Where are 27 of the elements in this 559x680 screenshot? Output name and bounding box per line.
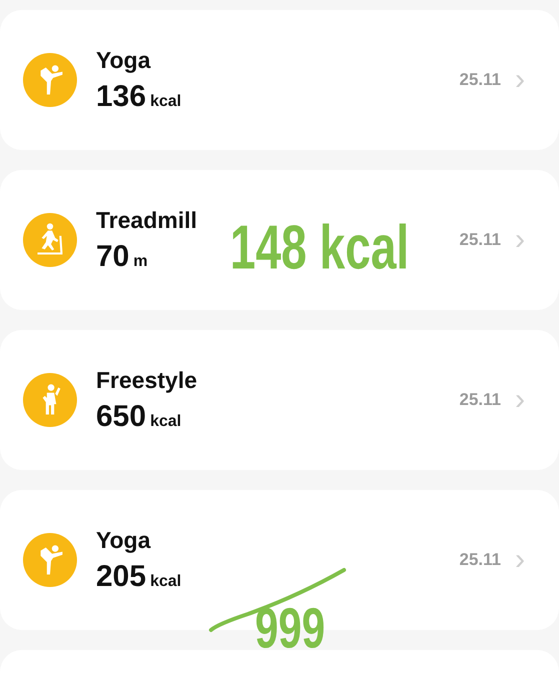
activity-date: 25.11 xyxy=(459,390,501,410)
activity-date: 25.11 xyxy=(459,550,501,570)
activity-date: 25.11 xyxy=(459,70,501,90)
unit-label: m xyxy=(133,252,148,270)
activity-title: Treadmill xyxy=(96,206,198,234)
activity-value: 650 xyxy=(96,400,146,434)
person-pose-icon xyxy=(23,533,77,587)
activity-value: 136 xyxy=(96,80,146,114)
unit-label: kcal xyxy=(150,572,182,590)
unit-label: kcal xyxy=(150,92,182,110)
chevron-icon: › xyxy=(515,385,525,415)
unit-label: kcal xyxy=(150,412,182,430)
activity-title: Yoga xyxy=(96,526,152,554)
activity-title: Freestyle xyxy=(96,366,198,394)
chevron-icon: › xyxy=(515,65,525,95)
person-pose-icon xyxy=(23,373,77,427)
person-pose-icon xyxy=(23,53,77,107)
activity-value: 205 xyxy=(96,560,146,594)
activity-card[interactable]: Yoga 136 kcal 25.11 › xyxy=(0,10,559,150)
activity-title: Yoga xyxy=(96,46,152,74)
activity-date: 25.11 xyxy=(459,230,501,250)
chevron-icon: › xyxy=(515,545,525,575)
activity-value: 70 xyxy=(96,240,130,274)
treadmill-runner-icon xyxy=(23,213,77,267)
activity-card[interactable]: Freestyle 650 kcal 25.11 › xyxy=(0,330,559,470)
chevron-icon: › xyxy=(515,225,525,255)
handwritten-note: 148 kcal xyxy=(230,216,410,278)
